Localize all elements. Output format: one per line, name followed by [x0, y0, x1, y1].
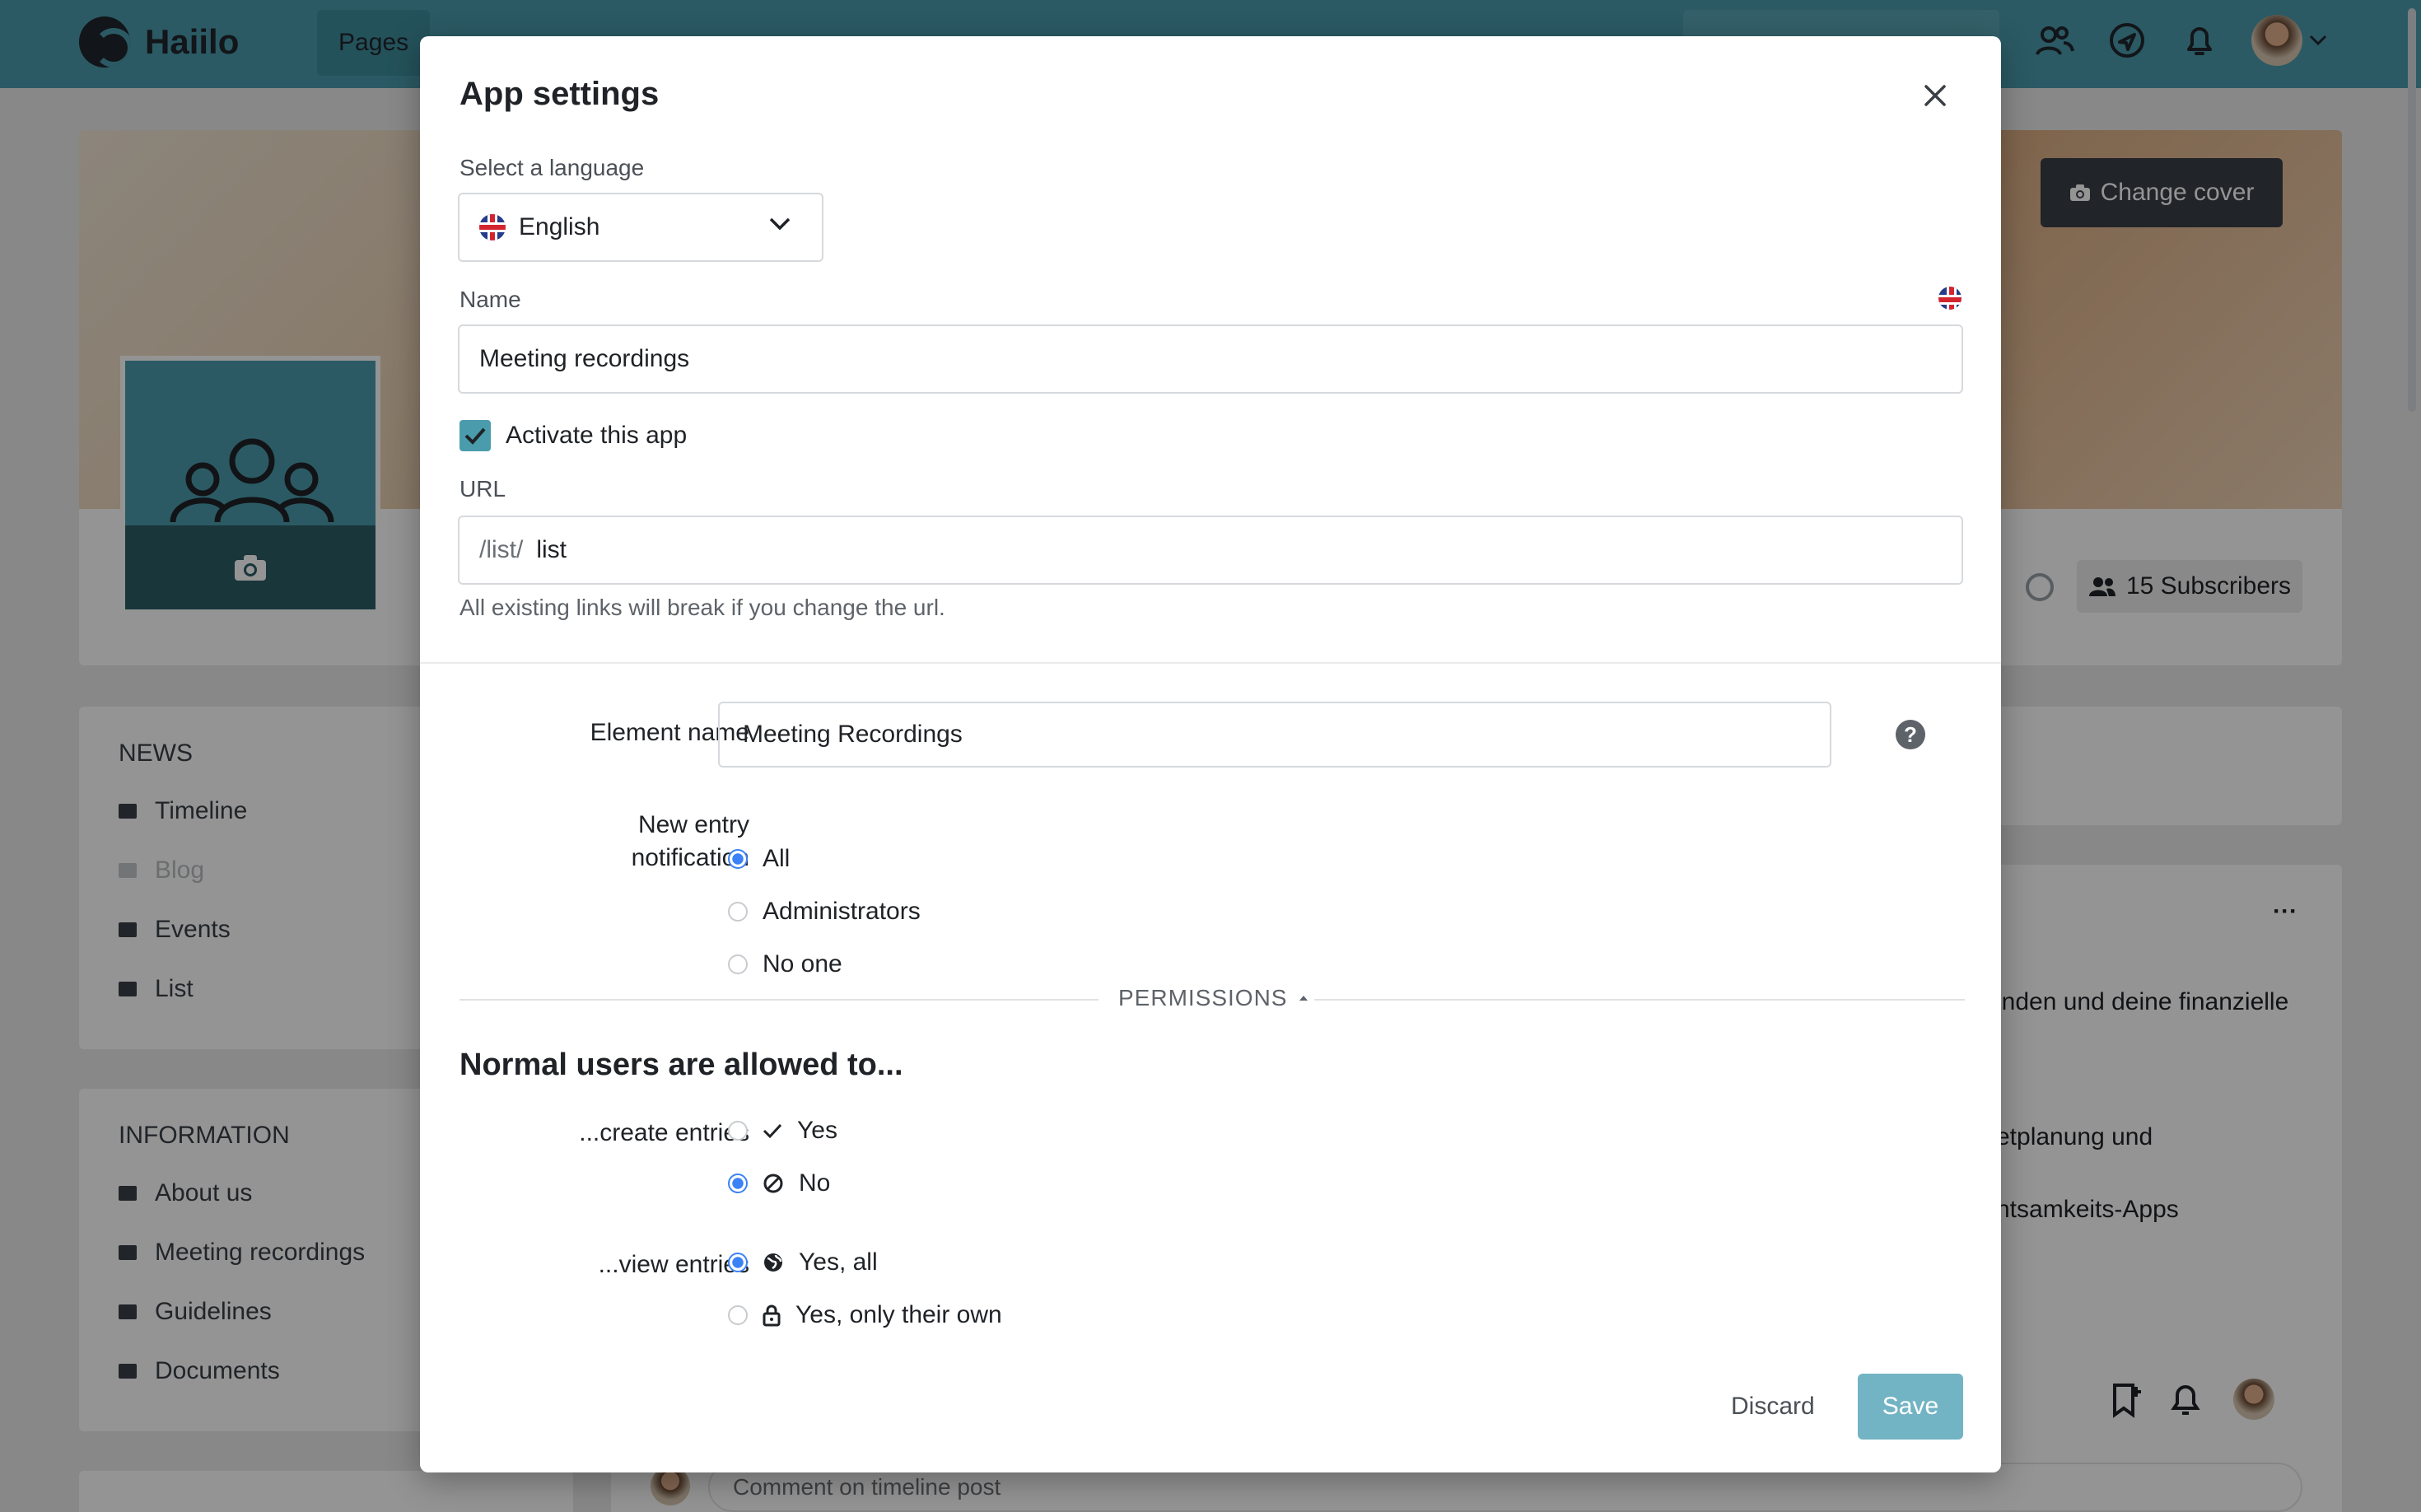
notify-all-radio[interactable]: All: [728, 845, 790, 873]
radio-selected[interactable]: [728, 849, 748, 869]
url-label: URL: [459, 476, 506, 502]
radio-label: Yes: [797, 1117, 837, 1144]
permissions-divider-right: [1314, 999, 1965, 1001]
radio-label: All: [763, 845, 791, 872]
radio-label: Yes, all: [799, 1248, 878, 1276]
radio-selected[interactable]: [728, 1174, 748, 1193]
radio-unselected[interactable]: [728, 902, 748, 922]
create-entries-label: ...create entries: [579, 1119, 749, 1146]
create-no-radio[interactable]: No: [728, 1169, 830, 1197]
language-value: English: [519, 213, 600, 240]
radio-label: No: [799, 1169, 831, 1197]
label-line: New entry: [637, 811, 749, 838]
check-icon: [464, 427, 486, 445]
forbidden-icon: [763, 1174, 783, 1193]
radio-unselected[interactable]: [728, 954, 748, 974]
dialog-title: App settings: [459, 76, 660, 112]
view-all-radio[interactable]: Yes, all: [728, 1248, 878, 1276]
app-settings-dialog: App settings Select a language English N…: [420, 36, 2001, 1472]
notify-administrators-radio[interactable]: Administrators: [728, 898, 921, 926]
notify-no-one-radio[interactable]: No one: [728, 950, 842, 978]
radio-label: Administrators: [763, 898, 921, 925]
chevron-down-icon: [769, 217, 791, 231]
name-input[interactable]: Meeting recordings: [458, 324, 1963, 394]
name-label: Name: [459, 287, 521, 312]
help-icon[interactable]: ?: [1896, 720, 1925, 749]
element-name-input[interactable]: Meeting Recordings: [718, 702, 1831, 768]
check-icon: [763, 1123, 782, 1139]
url-hint: All existing links will break if you cha…: [459, 595, 945, 620]
language-label: Select a language: [459, 155, 645, 180]
radio-label: Yes, only their own: [795, 1301, 1002, 1328]
discard-button[interactable]: Discard: [1711, 1374, 1835, 1440]
page-scrollbar[interactable]: [2405, 0, 2421, 1512]
url-value: list: [536, 536, 567, 563]
uk-flag-icon: [1938, 287, 1962, 310]
close-button[interactable]: [1917, 77, 1953, 114]
uk-flag-icon: [479, 214, 506, 240]
create-yes-radio[interactable]: Yes: [728, 1117, 837, 1145]
permissions-divider-left: [459, 999, 1099, 1001]
scrollbar-thumb[interactable]: [2408, 8, 2416, 412]
section-divider: [420, 662, 2001, 664]
radio-selected[interactable]: [728, 1253, 748, 1272]
view-own-radio[interactable]: Yes, only their own: [728, 1301, 1002, 1329]
language-select[interactable]: English: [458, 193, 823, 262]
close-icon: [1924, 85, 1946, 106]
activate-app-label: Activate this app: [506, 422, 688, 449]
url-prefix: /list/: [479, 536, 524, 563]
permissions-toggle[interactable]: PERMISSIONS: [1118, 985, 1308, 1011]
url-input[interactable]: /list/ list: [458, 516, 1963, 585]
globe-icon: [764, 1253, 782, 1272]
save-button[interactable]: Save: [1858, 1374, 1963, 1440]
radio-unselected[interactable]: [728, 1121, 748, 1141]
permissions-label: PERMISSIONS: [1118, 985, 1288, 1010]
lock-icon: [763, 1304, 781, 1327]
caret-up-icon: [1299, 996, 1308, 1001]
radio-unselected[interactable]: [728, 1305, 748, 1325]
permissions-heading: Normal users are allowed to...: [459, 1048, 903, 1082]
checkbox-checked[interactable]: [459, 420, 491, 451]
radio-label: No one: [763, 950, 842, 978]
view-entries-label: ...view entries: [598, 1251, 749, 1278]
activate-app-checkbox[interactable]: Activate this app: [459, 420, 687, 451]
